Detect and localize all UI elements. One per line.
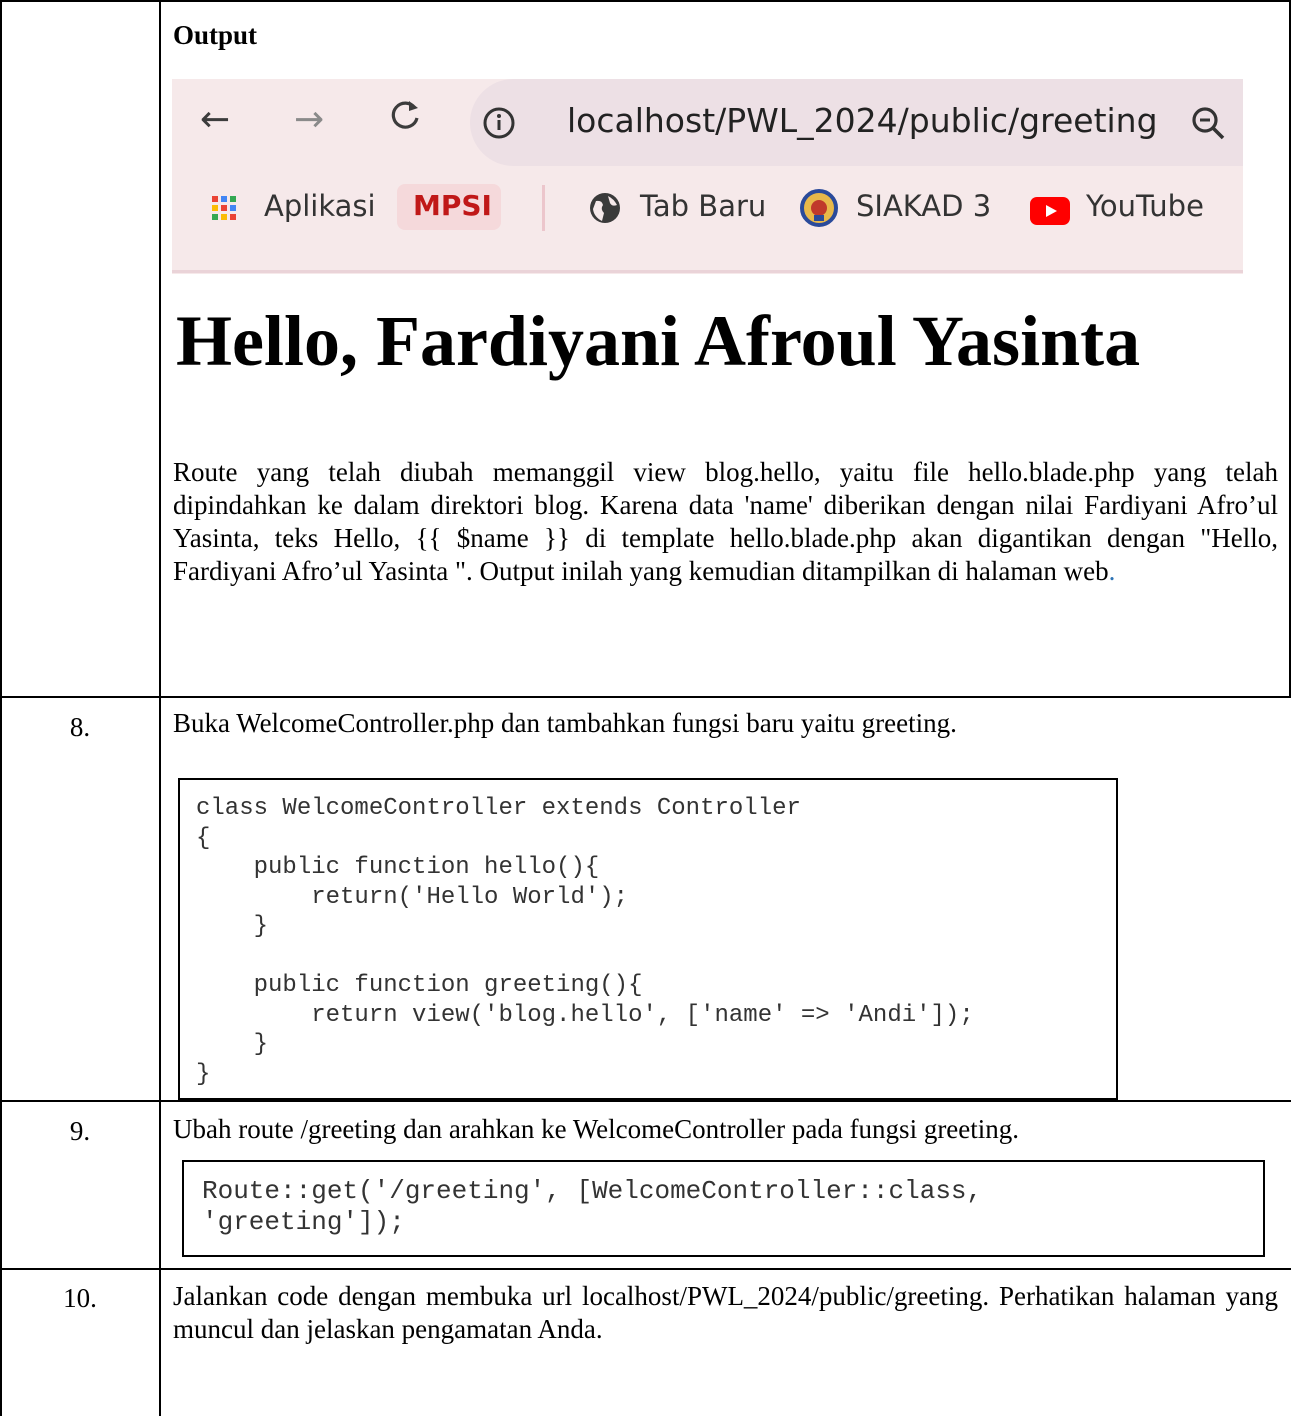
- reload-icon[interactable]: [388, 97, 422, 142]
- globe-icon: [588, 191, 622, 230]
- browser-toolbar: ← → localhost/PWL_2024/public/greeting: [172, 79, 1243, 169]
- page-heading: Hello, Fardiyani Afroul Yasinta: [176, 301, 1141, 381]
- browser-screenshot: ← → localhost/PWL_2024/public/greeting A…: [172, 79, 1243, 274]
- explanation-period: .: [1108, 556, 1116, 586]
- row-divider-8-9: [0, 1100, 1291, 1102]
- info-icon[interactable]: [482, 106, 516, 145]
- bookmark-tab-baru[interactable]: Tab Baru: [640, 189, 766, 223]
- table-column-divider: [159, 0, 161, 1416]
- code-block-controller: class WelcomeController extends Controll…: [178, 778, 1118, 1100]
- row-divider-7-8: [0, 696, 1291, 698]
- forward-arrow-icon[interactable]: →: [294, 99, 324, 140]
- code-block-route: Route::get('/greeting', [WelcomeControll…: [182, 1160, 1265, 1257]
- bookmark-separator: [542, 185, 545, 231]
- table-border-left: [0, 0, 2, 1416]
- row10-instruction: Jalankan code dengan membuka url localho…: [173, 1281, 1278, 1344]
- document-table: Output ← → localhost/PWL_2024/public/gre…: [0, 0, 1291, 1416]
- address-bar[interactable]: localhost/PWL_2024/public/greeting: [470, 79, 1243, 166]
- bookmark-aplikasi[interactable]: Aplikasi: [264, 189, 376, 223]
- url-text[interactable]: localhost/PWL_2024/public/greeting: [567, 101, 1158, 140]
- youtube-icon: [1030, 197, 1070, 230]
- row9-instruction: Ubah route /greeting dan arahkan ke Welc…: [173, 1114, 1020, 1144]
- row-number-10: 10.: [63, 1283, 97, 1313]
- row8-instruction: Buka WelcomeController.php dan tambahkan…: [173, 708, 957, 738]
- row-divider-9-10: [0, 1268, 1291, 1270]
- bookmarks-bottom-border: [172, 270, 1243, 273]
- output-heading: Output: [173, 20, 258, 50]
- back-arrow-icon[interactable]: ←: [200, 99, 230, 140]
- row-number-8: 8.: [69, 712, 91, 742]
- apps-grid-icon[interactable]: [212, 196, 236, 225]
- bookmark-mpsi-label: MPSI: [413, 189, 492, 222]
- table-border-top: [0, 0, 1291, 2]
- bookmark-siakad[interactable]: SIAKAD 3: [856, 189, 991, 223]
- zoom-icon[interactable]: [1190, 105, 1228, 148]
- bookmarks-bar: Aplikasi MPSI Tab Baru SIAKAD 3 YouTube: [172, 169, 1243, 273]
- bookmark-youtube[interactable]: YouTube: [1086, 189, 1204, 223]
- row-number-9: 9.: [69, 1116, 91, 1146]
- bookmark-mpsi[interactable]: MPSI: [397, 184, 501, 230]
- siakad-emblem-icon: [800, 189, 838, 232]
- explanation-paragraph: Route yang telah diubah memanggil view b…: [173, 456, 1278, 588]
